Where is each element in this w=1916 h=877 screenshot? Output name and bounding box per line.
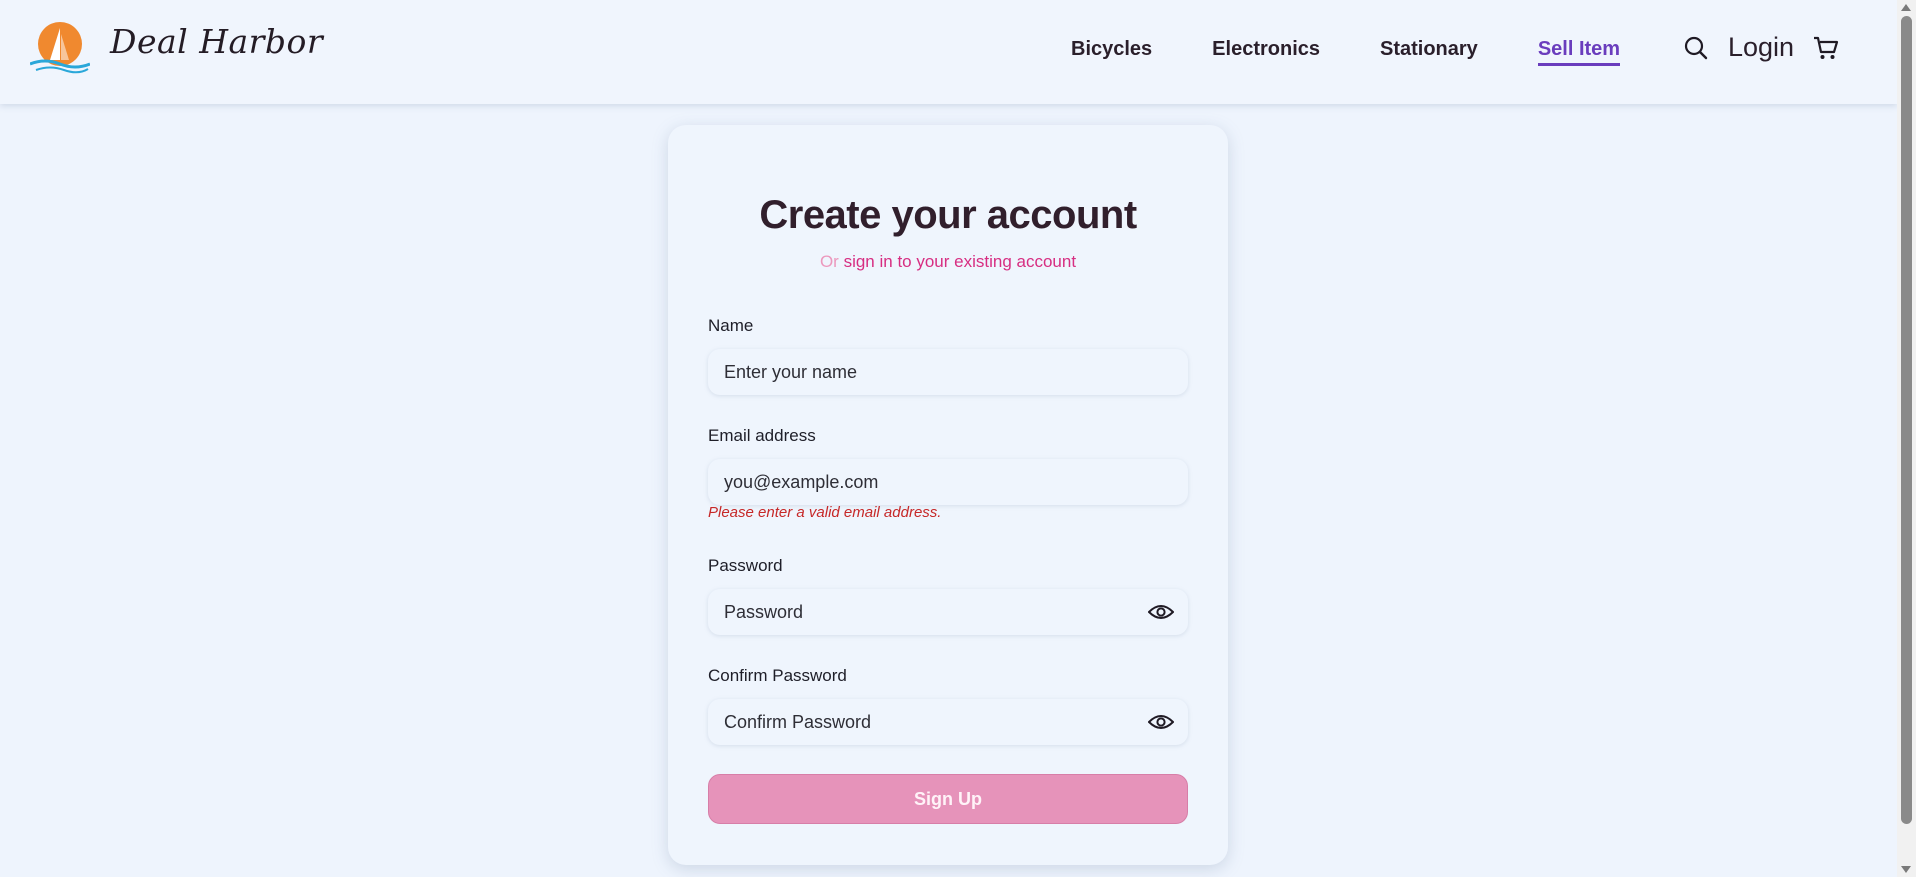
password-label: Password: [708, 556, 783, 575]
brand-name[interactable]: Deal Harbor: [110, 22, 323, 61]
confirm-password-label: Confirm Password: [708, 666, 847, 685]
email-label: Email address: [708, 426, 816, 445]
main-nav: Bicycles Electronics Stationary Sell Ite…: [1071, 36, 1680, 66]
login-link[interactable]: Login: [1728, 32, 1794, 63]
show-confirm-password-eye-icon[interactable]: [1148, 713, 1174, 731]
page: Deal Harbor Bicycles Electronics Station…: [0, 0, 1916, 877]
show-password-eye-icon[interactable]: [1148, 603, 1174, 621]
sailboat-logo-icon[interactable]: [30, 20, 90, 74]
confirm-password-input[interactable]: [708, 699, 1188, 745]
scroll-down-arrow-icon[interactable]: [1901, 866, 1911, 873]
name-label: Name: [708, 316, 754, 335]
cart-icon[interactable]: [1812, 35, 1840, 61]
page-title: Create your account: [759, 193, 1137, 237]
nav-link-bicycles[interactable]: Bicycles: [1071, 36, 1152, 66]
nav-link-stationary[interactable]: Stationary: [1380, 36, 1478, 66]
vertical-scrollbar[interactable]: [1897, 0, 1916, 877]
name-input[interactable]: [708, 349, 1188, 395]
nav-link-sell-item[interactable]: Sell Item: [1537, 36, 1621, 66]
email-error-message: Please enter a valid email address.: [708, 504, 942, 521]
signin-prompt: Or sign in to your existing account: [668, 252, 1228, 272]
nav-link-electronics[interactable]: Electronics: [1212, 36, 1320, 66]
sign-up-button[interactable]: Sign Up: [708, 774, 1188, 824]
email-input[interactable]: [708, 459, 1188, 505]
scroll-thumb[interactable]: [1901, 16, 1912, 824]
signup-card: Create your account Or sign in to your e…: [668, 125, 1228, 865]
signin-link[interactable]: sign in to your existing account: [844, 252, 1076, 271]
scroll-up-arrow-icon[interactable]: [1901, 4, 1911, 11]
search-icon[interactable]: [1683, 35, 1709, 61]
password-input[interactable]: [708, 589, 1188, 635]
or-text: Or: [819, 252, 839, 271]
navbar: Deal Harbor Bicycles Electronics Station…: [0, 0, 1897, 104]
